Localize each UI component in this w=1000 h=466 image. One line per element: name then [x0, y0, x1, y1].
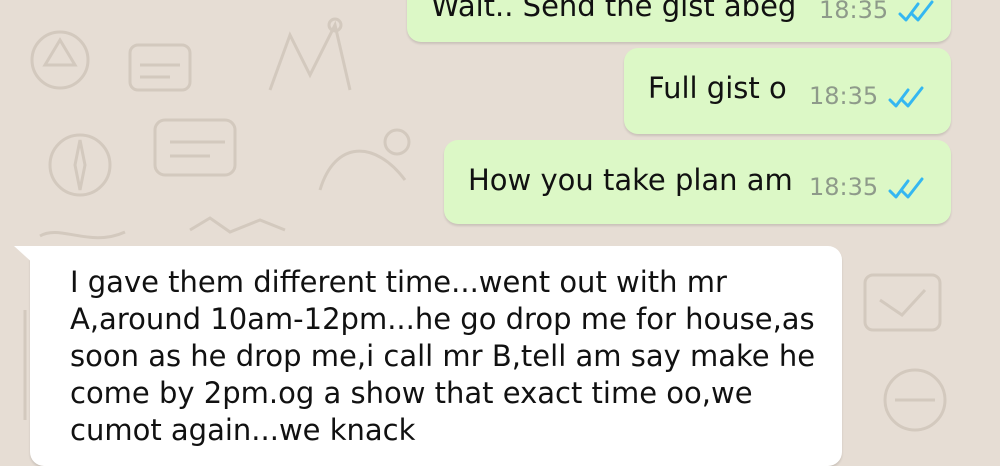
message-meta: 18:35 [819, 0, 938, 29]
wallpaper-doodle-icon [30, 30, 90, 90]
message-meta: 18:35 [809, 169, 928, 206]
wallpaper-doodle-icon [189, 216, 286, 234]
double-check-read-icon [888, 177, 924, 198]
wallpaper-doodle-icon [268, 17, 352, 91]
message-time: 18:35 [819, 0, 889, 24]
wallpaper-doodle-icon [863, 273, 942, 332]
message-text: How you take plan am [468, 163, 793, 197]
message-meta: 18:35 [809, 78, 928, 115]
incoming-message[interactable]: I gave them different time...went out wi… [14, 246, 842, 466]
message-text: Wait.. Send the gist abeg [431, 0, 797, 23]
message-time: 18:35 [809, 173, 879, 201]
wallpaper-doodle-icon [48, 133, 112, 197]
message-text: I gave them different time...went out wi… [70, 265, 816, 447]
outgoing-message[interactable]: How you take plan am 18:35 [444, 140, 951, 224]
outgoing-message[interactable]: Full gist o 18:35 [624, 48, 951, 134]
wallpaper-doodle-icon [153, 118, 237, 177]
double-check-read-icon [888, 86, 924, 107]
wallpaper-doodle-icon [128, 43, 192, 92]
wallpaper-doodle-icon [318, 128, 411, 191]
message-time: 18:35 [809, 82, 879, 110]
double-check-read-icon [898, 0, 934, 21]
bubble-tail-icon [14, 246, 36, 266]
wallpaper-doodle-icon [883, 368, 947, 432]
message-text: Full gist o [648, 71, 787, 105]
outgoing-message[interactable]: Wait.. Send the gist abeg 18:35 [407, 0, 951, 42]
